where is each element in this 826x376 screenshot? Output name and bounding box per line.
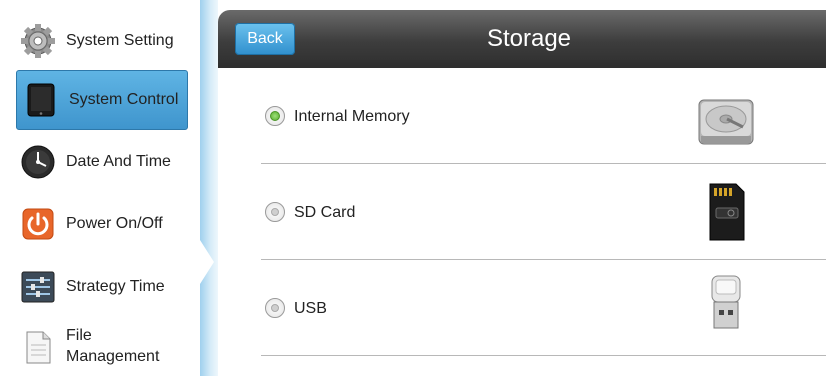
radio-button[interactable] — [265, 106, 285, 126]
sidebar-divider — [200, 0, 218, 376]
sidebar-item-system-setting[interactable]: System Setting — [14, 11, 188, 71]
sidebar-divider-notch — [200, 240, 214, 284]
row-divider — [261, 355, 826, 356]
option-label: USB — [294, 300, 327, 317]
sidebar-item-date-and-time[interactable]: Date And Time — [14, 132, 188, 192]
storage-option-internal-memory[interactable]: Internal Memory — [218, 68, 826, 164]
radio-button[interactable] — [265, 298, 285, 318]
radio-dot — [271, 304, 279, 312]
sidebar-item-system-control[interactable]: System Control — [16, 70, 188, 130]
sidebar: System Setting System Control Date And T… — [0, 0, 200, 376]
clock-icon — [20, 144, 56, 180]
power-icon — [20, 206, 56, 242]
storage-option-usb[interactable]: USB — [218, 260, 826, 356]
radio-dot — [271, 208, 279, 216]
page-title-text: Storage — [486, 25, 572, 52]
option-label: SD Card — [294, 204, 356, 221]
sidebar-item-label: Date And Time — [66, 152, 171, 170]
tablet-icon — [23, 82, 59, 118]
sd-card-icon — [706, 182, 746, 247]
option-label: Internal Memory — [294, 108, 410, 125]
storage-options: Internal Memory SD Card USB — [218, 68, 826, 376]
gear-icon — [20, 23, 56, 59]
sidebar-item-label: System Control — [69, 90, 179, 108]
sidebar-item-label: File Management — [66, 327, 160, 365]
hard-drive-icon — [697, 92, 755, 155]
sliders-icon — [20, 269, 56, 305]
header-bar: Back Storage — [218, 10, 826, 68]
document-icon — [20, 329, 56, 365]
usb-drive-icon — [708, 274, 744, 339]
sidebar-item-label: Strategy Time — [66, 277, 165, 295]
radio-dot — [270, 111, 280, 121]
sidebar-item-power-on-off[interactable]: Power On/Off — [14, 194, 188, 254]
sidebar-item-file-management[interactable]: File Management — [14, 318, 188, 376]
sidebar-item-strategy-time[interactable]: Strategy Time — [14, 257, 188, 317]
sidebar-item-label: System Setting — [66, 31, 174, 49]
storage-option-sd-card[interactable]: SD Card — [218, 164, 826, 260]
page-title: Storage — [218, 10, 826, 68]
sidebar-item-label: Power On/Off — [66, 214, 163, 232]
radio-button[interactable] — [265, 202, 285, 222]
